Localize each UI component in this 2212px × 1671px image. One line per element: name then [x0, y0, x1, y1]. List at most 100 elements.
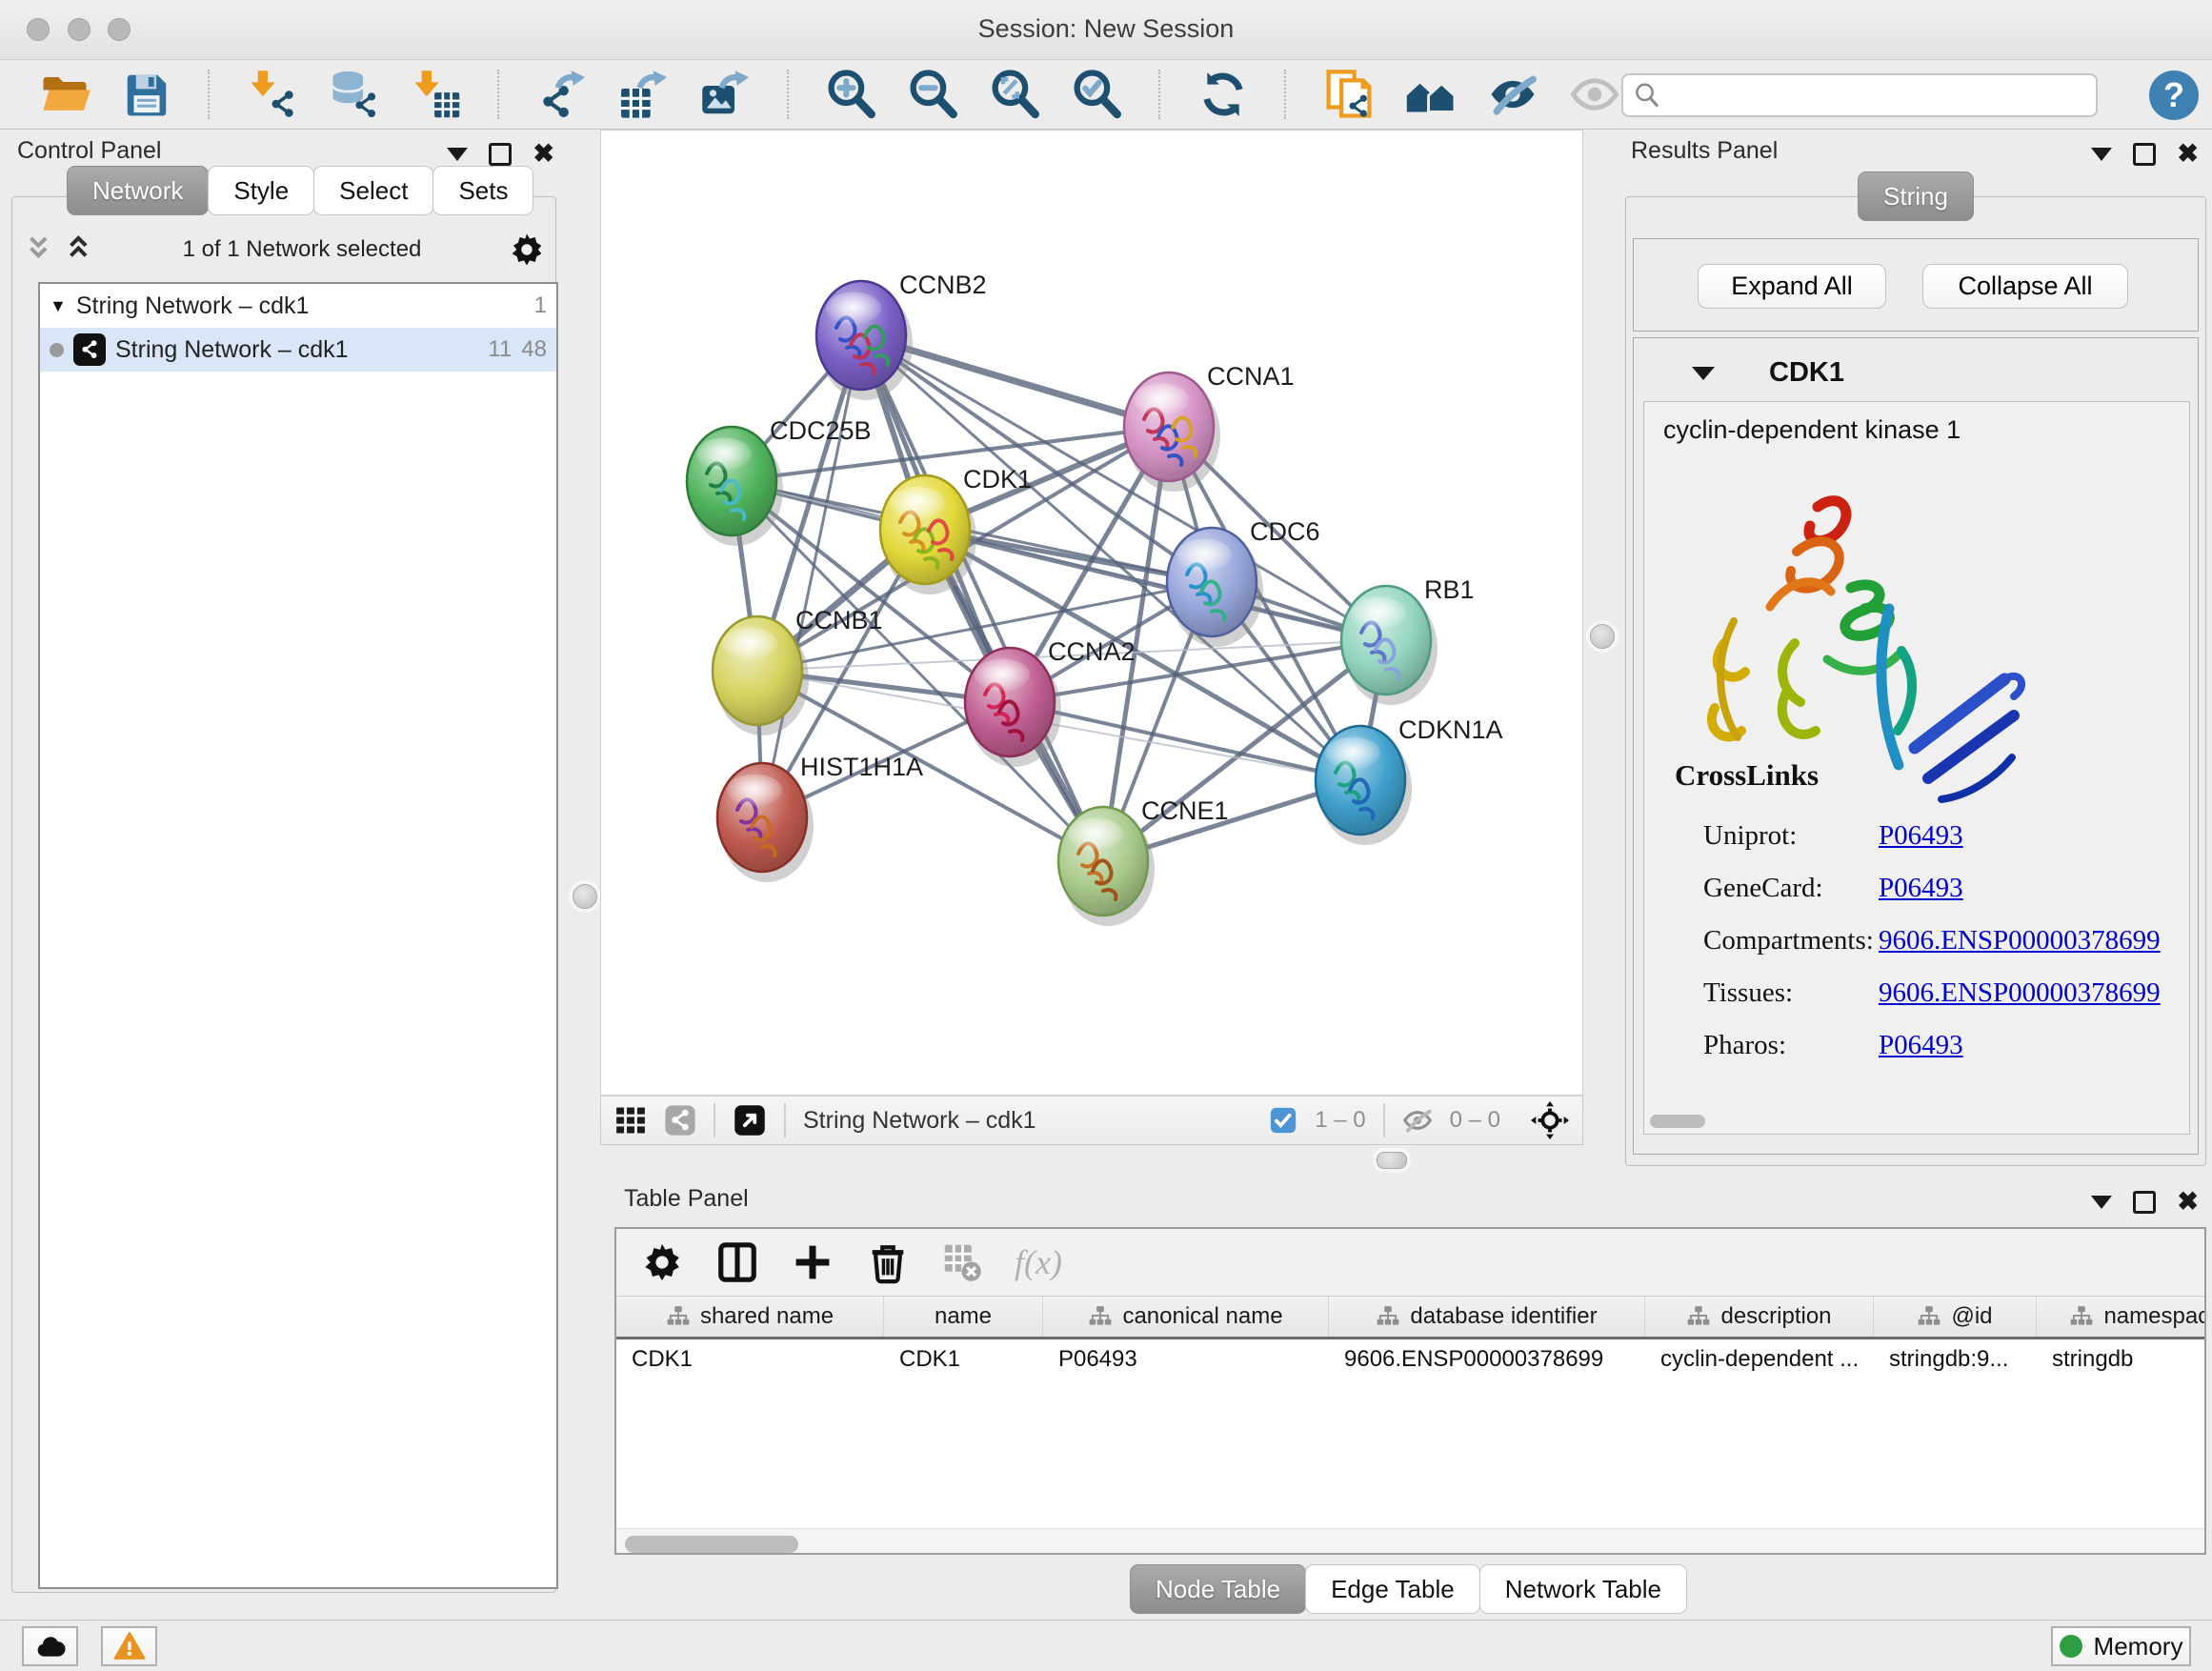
crosslink-link[interactable]: P06493 [1879, 1030, 1963, 1061]
save-session-button[interactable] [120, 68, 173, 121]
table-panel-close-button[interactable]: ✖ [2177, 1189, 2199, 1215]
table-cell[interactable]: stringdb [2037, 1339, 2206, 1379]
network-overview-icon[interactable] [664, 1104, 696, 1137]
collection-expander-icon[interactable]: ▼ [50, 296, 67, 316]
tab-sets[interactable]: Sets [432, 166, 533, 215]
tab-network[interactable]: Network [67, 166, 209, 215]
grid-view-icon[interactable] [614, 1104, 647, 1137]
control-panel-tabs: NetworkStyleSelectSets [67, 166, 533, 215]
cloud-button[interactable] [22, 1626, 78, 1666]
crosslink-link[interactable]: 9606.ENSP00000378699 [1879, 925, 2161, 956]
network-options-gear-icon[interactable] [509, 232, 545, 268]
node-HIST1H1A[interactable]: HIST1H1A [717, 753, 923, 882]
table-cell[interactable]: CDK1 [616, 1339, 884, 1379]
column-header-databaseidentifier[interactable]: database identifier [1329, 1297, 1645, 1337]
node-CCNA1[interactable]: CCNA1 [1124, 362, 1295, 492]
export-network-button[interactable] [535, 68, 589, 121]
zoom-selected-button[interactable] [1071, 68, 1124, 121]
zoom-fit-button[interactable] [989, 68, 1042, 121]
tab-select[interactable]: Select [313, 166, 433, 215]
selected-checkbox[interactable] [1269, 1106, 1297, 1135]
warnings-button[interactable] [101, 1626, 157, 1666]
table-hscrollbar[interactable] [616, 1528, 2204, 1555]
import-table-button[interactable] [410, 68, 463, 121]
apply-layout-button[interactable] [1196, 68, 1250, 121]
node-RB1[interactable]: RB1 [1341, 575, 1475, 705]
memory-button[interactable]: Memory [2051, 1626, 2191, 1666]
network-collection-row[interactable]: ▼ String Network – cdk1 1 [40, 284, 556, 328]
results-panel-float-button[interactable] [2133, 143, 2156, 166]
create-column-icon[interactable] [792, 1241, 834, 1283]
tab-edge-table[interactable]: Edge Table [1305, 1564, 1480, 1614]
expand-all-button[interactable]: Expand All [1698, 264, 1886, 309]
toolbar-separator [787, 70, 791, 119]
table-panel-float-button[interactable] [2133, 1191, 2156, 1214]
tab-style[interactable]: Style [208, 166, 314, 215]
table-cell[interactable]: CDK1 [884, 1339, 1043, 1379]
show-graphics-details-button[interactable] [1568, 68, 1621, 121]
column-header-id[interactable]: @id [1874, 1297, 2037, 1337]
table-hscrollbar-thumb[interactable] [625, 1536, 798, 1553]
tab-string[interactable]: String [1858, 171, 1974, 221]
right-splitter-grip[interactable] [1590, 624, 1615, 649]
node-CDKN1A[interactable]: CDKN1A [1316, 715, 1503, 845]
expand-all-icon[interactable] [63, 233, 95, 266]
detach-view-icon[interactable] [733, 1103, 767, 1137]
tab-node-table[interactable]: Node Table [1130, 1564, 1306, 1614]
table-cell[interactable]: cyclin-dependent ... [1645, 1339, 1874, 1379]
zoom-out-button[interactable] [907, 68, 960, 121]
search-input[interactable] [1661, 75, 2096, 115]
results-scrollbar-thumb[interactable] [1650, 1115, 1705, 1128]
node-CCNB1[interactable]: CCNB1 [713, 606, 883, 735]
edge-CCNB2-HIST1H1A[interactable] [762, 335, 861, 817]
open-session-button[interactable] [38, 68, 91, 121]
node-CDK1[interactable]: CDK1 [880, 465, 1032, 594]
zoom-in-button[interactable] [825, 68, 878, 121]
export-image-button[interactable] [699, 68, 753, 121]
control-panel-close-button[interactable]: ✖ [533, 141, 554, 167]
import-network-database-button[interactable] [328, 68, 381, 121]
node-CCNE1[interactable]: CCNE1 [1058, 796, 1229, 926]
node-CDC25B[interactable]: CDC25B [687, 416, 872, 546]
hide-graphics-details-button[interactable] [1486, 68, 1539, 121]
cdk1-expander-icon[interactable] [1692, 367, 1715, 380]
collapse-all-icon[interactable] [23, 233, 55, 266]
column-header-description[interactable]: description [1645, 1297, 1874, 1337]
network-row[interactable]: String Network – cdk1 11 48 [40, 328, 556, 372]
crosslink-label: Pharos: [1703, 1030, 1879, 1061]
column-header-name[interactable]: name [884, 1297, 1043, 1337]
column-header-namespace[interactable]: namespace [2037, 1297, 2206, 1337]
node-label-CCNB2: CCNB2 [899, 271, 987, 299]
results-panel-menu-button[interactable] [2091, 148, 2112, 161]
crosslink-link[interactable]: 9606.ENSP00000378699 [1879, 977, 2161, 1009]
crosslink-link[interactable]: P06493 [1879, 820, 1963, 852]
clone-network-button[interactable] [1322, 68, 1376, 121]
control-panel-float-button[interactable] [489, 143, 512, 166]
help-button[interactable]: ? [2149, 70, 2199, 120]
table-cell[interactable]: P06493 [1043, 1339, 1329, 1379]
hidden-eye-icon[interactable] [1402, 1105, 1433, 1136]
control-panel-menu-button[interactable] [447, 148, 468, 161]
import-network-file-button[interactable] [246, 68, 299, 121]
delete-column-icon[interactable] [866, 1240, 910, 1284]
table-cell[interactable]: stringdb:9... [1874, 1339, 2037, 1379]
left-splitter-grip[interactable] [573, 884, 597, 909]
node-CCNB2[interactable]: CCNB2 [816, 271, 987, 400]
home-button[interactable] [1404, 68, 1458, 121]
edge-CCNB2-CCNE1[interactable] [861, 335, 1103, 861]
column-header-canonicalname[interactable]: canonical name [1043, 1297, 1329, 1337]
crosslink-link[interactable]: P06493 [1879, 873, 1963, 904]
collapse-all-button[interactable]: Collapse All [1922, 264, 2128, 309]
table-cell[interactable]: 9606.ENSP00000378699 [1329, 1339, 1645, 1379]
center-selection-icon[interactable] [1531, 1101, 1569, 1139]
show-columns-icon[interactable] [715, 1240, 759, 1284]
horizontal-splitter-grip[interactable] [1377, 1152, 1407, 1169]
column-header-sharedname[interactable]: shared name [616, 1297, 884, 1337]
export-table-button[interactable] [617, 68, 671, 121]
network-canvas[interactable]: CCNB2 CCNA1 CDC25B CDK1 CDC6 RB1 CCNB1 C… [600, 130, 1583, 1096]
table-panel-menu-button[interactable] [2091, 1196, 2112, 1209]
table-mode-gear-icon[interactable] [641, 1241, 683, 1283]
node-CDC6[interactable]: CDC6 [1167, 517, 1320, 647]
results-panel-close-button[interactable]: ✖ [2177, 141, 2199, 167]
tab-network-table[interactable]: Network Table [1479, 1564, 1687, 1614]
